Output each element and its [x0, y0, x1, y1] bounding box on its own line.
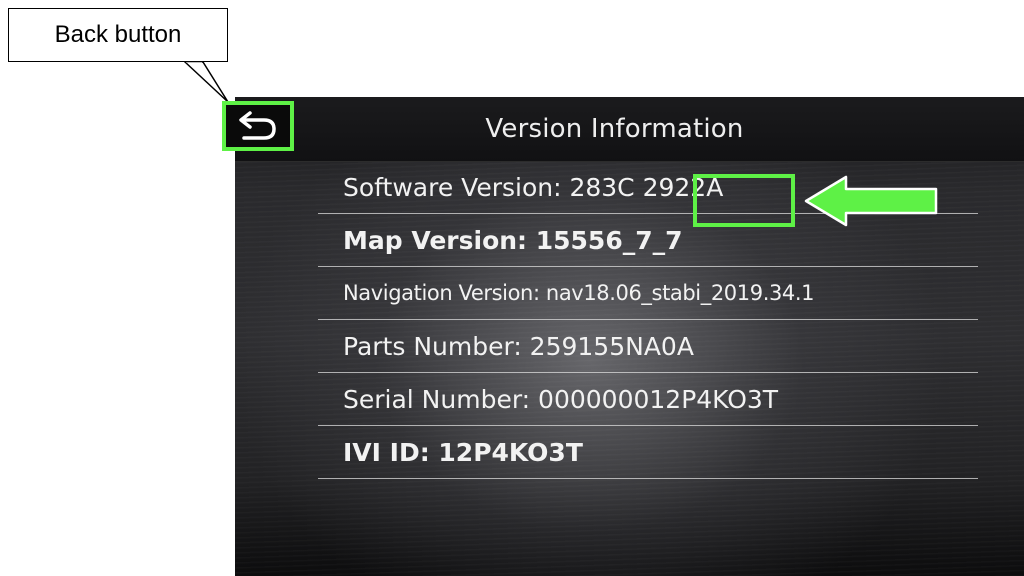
page: Back button Version Information Software… [0, 0, 1024, 576]
map-version-text: Map Version: 15556_7_7 [343, 225, 683, 255]
version-highlight-box [693, 174, 795, 227]
list-item-serial-number: Serial Number: 000000012P4KO3T [318, 373, 978, 426]
page-title: Version Information [485, 114, 744, 144]
serial-number-text: Serial Number: 000000012P4KO3T [343, 384, 779, 414]
navigation-version-text: Navigation Version: nav18.06_stabi_2019.… [343, 281, 815, 305]
back-button-callout: Back button [8, 8, 228, 62]
title-bar: Version Information [235, 97, 1024, 162]
list-item-parts-number: Parts Number: 259155NA0A [318, 320, 978, 373]
list-item-ivi-id: IVI ID: 12P4KO3T [318, 426, 978, 479]
back-button[interactable] [222, 101, 294, 151]
parts-number-text: Parts Number: 259155NA0A [343, 331, 694, 361]
software-version-text: Software Version: 283C 2922A [343, 172, 724, 202]
ivi-id-text: IVI ID: 12P4KO3T [343, 437, 583, 467]
left-arrow-icon [804, 175, 938, 227]
back-arrow-icon [239, 111, 276, 140]
list-item-navigation-version: Navigation Version: nav18.06_stabi_2019.… [318, 267, 978, 320]
infotainment-screen: Version Information Software Version: 28… [235, 97, 1024, 576]
callout-label: Back button [54, 21, 182, 48]
